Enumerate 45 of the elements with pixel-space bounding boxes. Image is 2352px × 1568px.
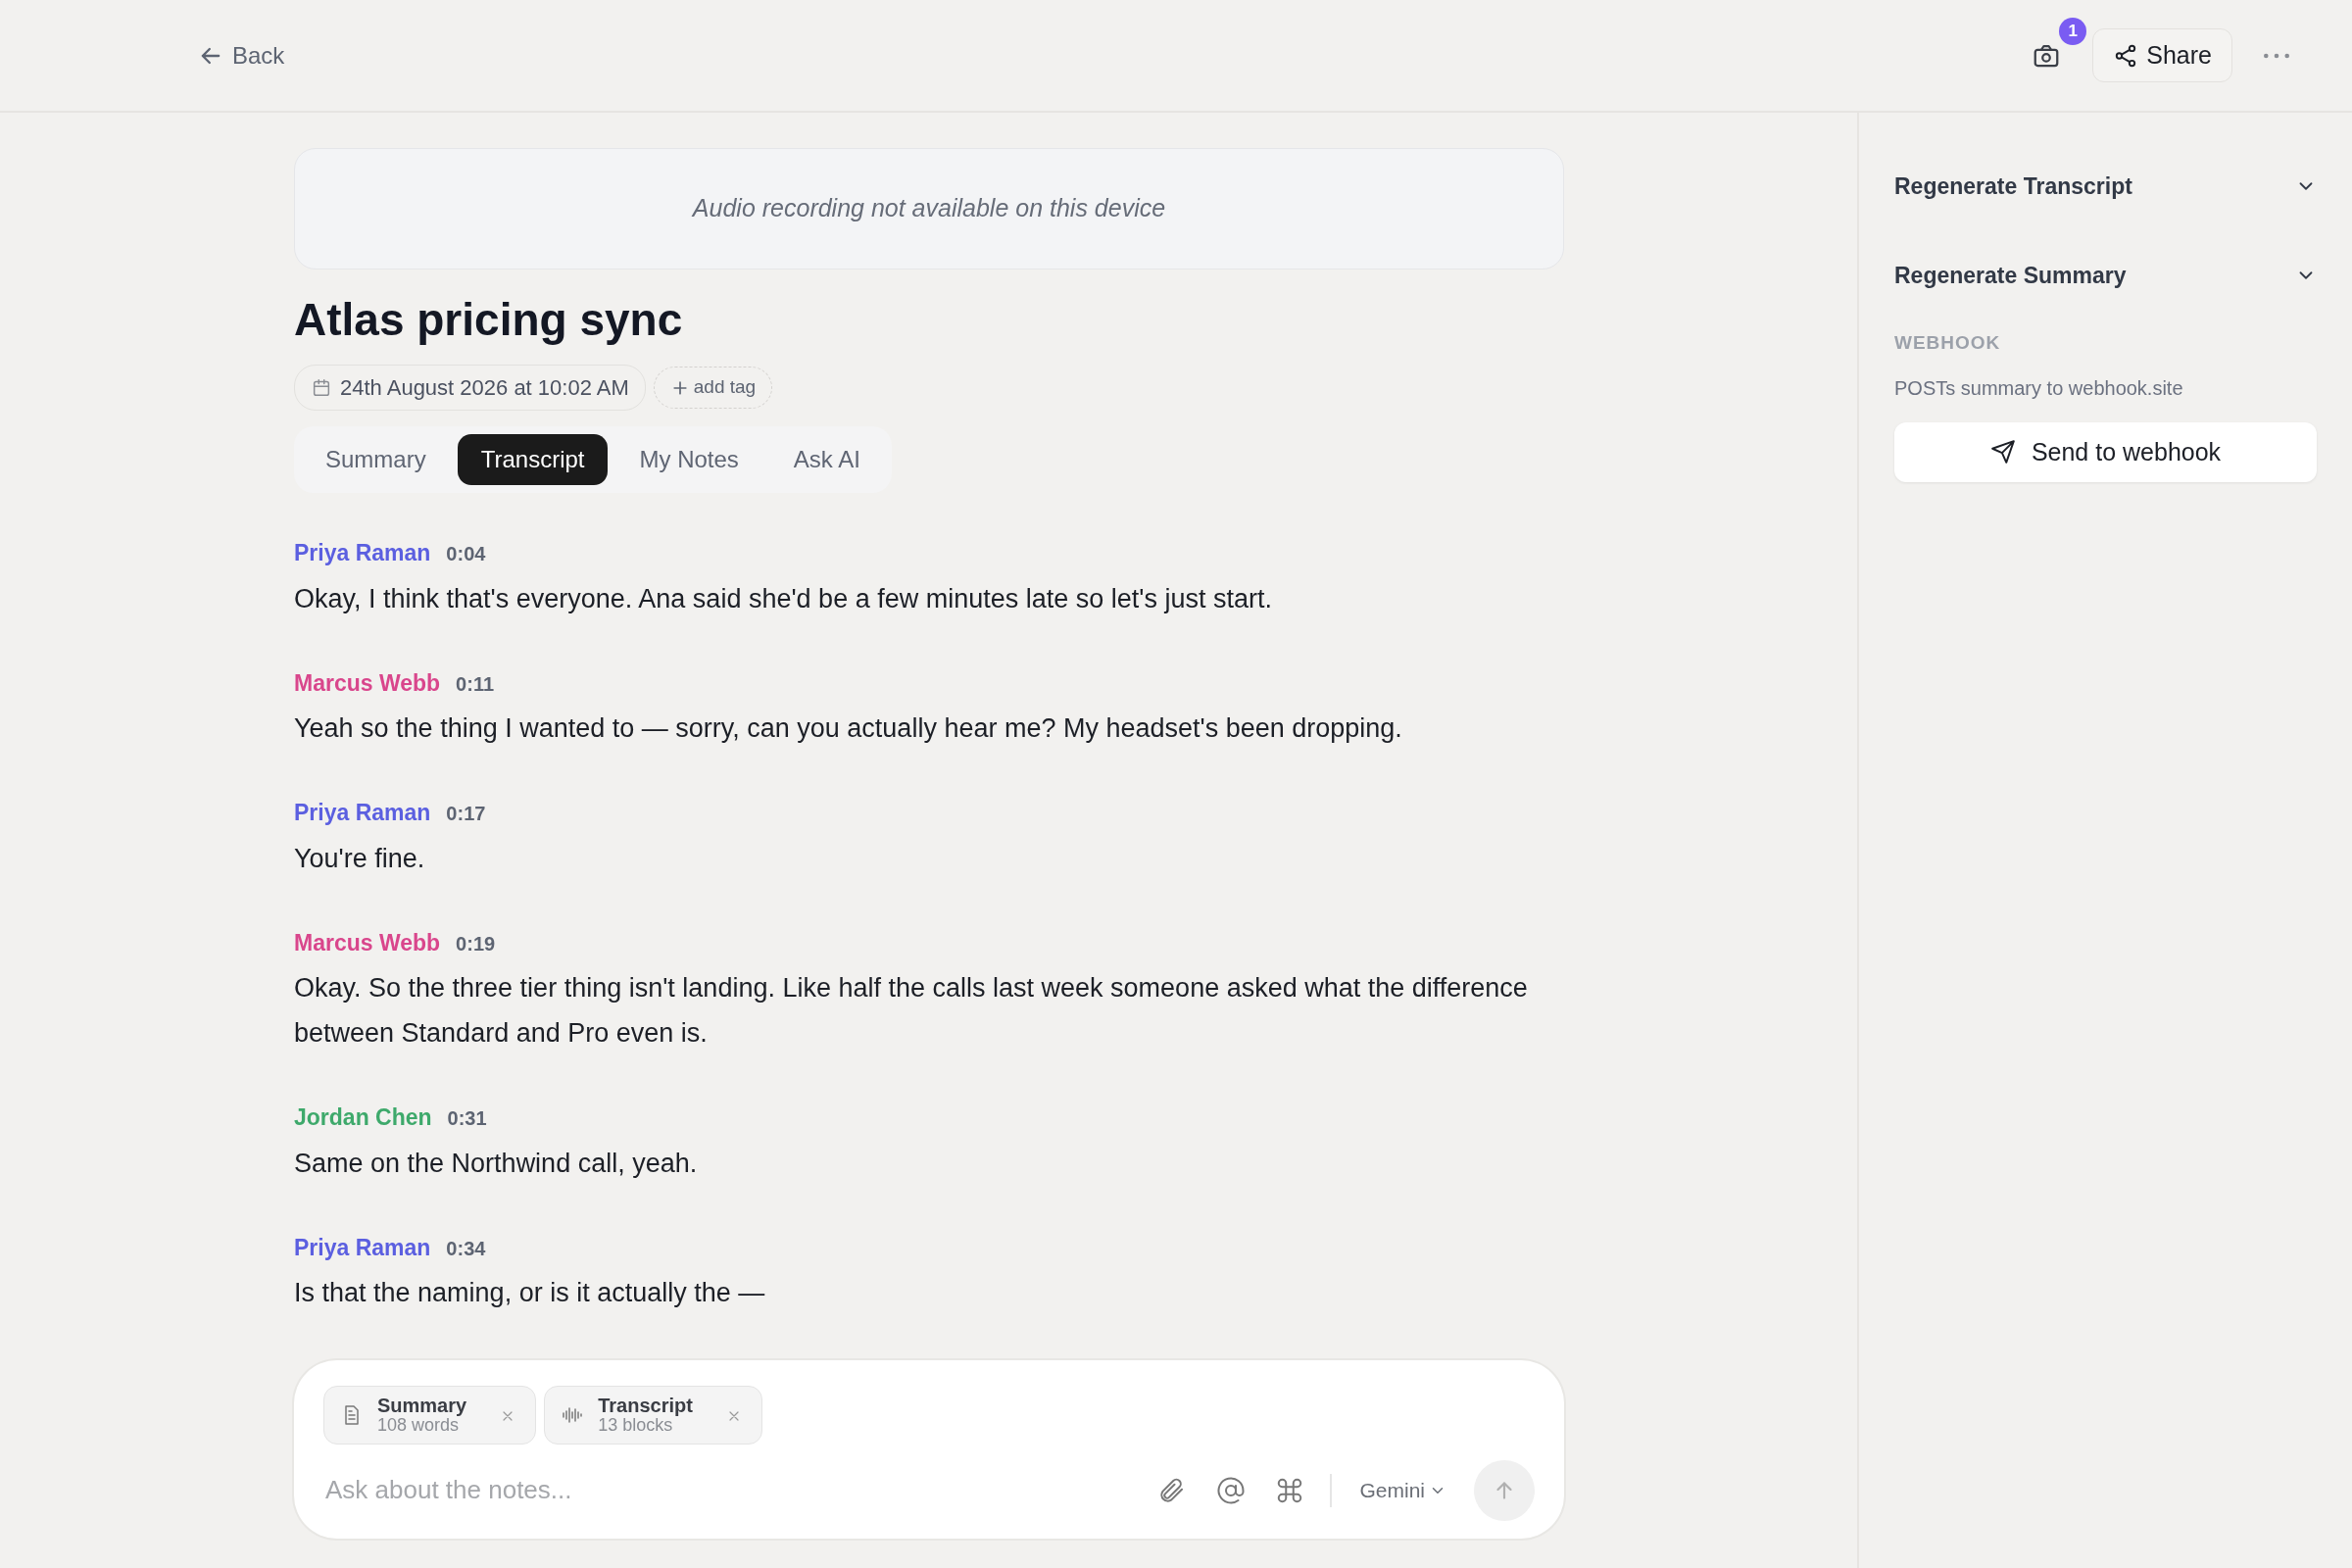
collapsible-section-header[interactable]: Regenerate Transcript	[1894, 152, 2317, 221]
audio-unavailable-notice: Audio recording not available on this device	[294, 148, 1564, 270]
speaker-name: Priya Raman	[294, 799, 431, 828]
date-chip: 24th August 2026 at 10:02 AM	[294, 365, 646, 412]
transcript-text: Same on the Northwind call, yeah.	[294, 1147, 699, 1180]
speaker-name: Marcus Webb	[294, 668, 441, 698]
tab[interactable]: Ask AI	[769, 434, 884, 486]
webhook-description: POSTs summary to webhook.site	[1894, 375, 2184, 401]
attachment-title: Transcript	[598, 1395, 693, 1417]
back-button[interactable]: Back	[191, 36, 291, 74]
ask-input-field[interactable]: Ask about the notes...	[323, 1470, 1133, 1511]
model-selector[interactable]: Gemini	[1353, 1474, 1452, 1507]
timestamp: 0:17	[446, 802, 486, 827]
more-icon	[2264, 53, 2289, 60]
transcript-text: Is that the naming, or is it actually the —	[294, 1277, 766, 1310]
speaker-name: Jordan Chen	[294, 1103, 432, 1133]
collapsible-section-header[interactable]: Regenerate Summary	[1894, 240, 2317, 310]
transcript-text: You're fine.	[294, 842, 426, 875]
transcript-text: Yeah so the thing I wanted to — sorry, can you actually hear me? My headset's been dropping.	[294, 712, 1403, 746]
notification-badge: 1	[2059, 17, 2087, 45]
timestamp: 0:31	[447, 1106, 487, 1132]
speaker-name: Priya Raman	[294, 1233, 431, 1262]
transcript-text: Okay. So the three tier thing isn't landing. Like half the calls last week someone asked what the difference between Standard and Pro even is.	[294, 972, 1529, 1051]
attachment-detail: 108 words	[377, 1416, 460, 1436]
calendar-icon	[311, 376, 332, 399]
send-icon	[1989, 439, 2016, 466]
timestamp: 0:34	[446, 1236, 486, 1261]
speaker-name: Marcus Webb	[294, 928, 441, 957]
meeting-title: Atlas pricing sync	[294, 293, 684, 347]
tab[interactable]: Transcript	[457, 434, 609, 486]
speaker-name: Priya Raman	[294, 539, 431, 568]
attachment-detail: 13 blocks	[598, 1416, 673, 1436]
attachment-chip[interactable]: Transcript 13 blocks	[544, 1386, 762, 1445]
timestamp: 0:04	[446, 542, 486, 567]
attachment-title: Summary	[377, 1395, 467, 1417]
share-button[interactable]: Share	[2092, 27, 2232, 83]
timestamp: 0:19	[456, 931, 496, 956]
tab[interactable]: My Notes	[615, 434, 762, 486]
tab[interactable]: Summary	[302, 434, 450, 486]
transcript-text: Okay, I think that's everyone. Ana said she'd be a few minutes late so let's just start.	[294, 582, 1273, 615]
send-to-webhook-button[interactable]: Send to webhook	[1894, 421, 2317, 482]
attachment-chip[interactable]: Summary 108 words	[323, 1386, 537, 1445]
at-sign-icon	[1216, 1476, 1247, 1505]
timestamp: 0:11	[456, 671, 495, 697]
section-heading: WEBHOOK	[1894, 331, 2002, 355]
